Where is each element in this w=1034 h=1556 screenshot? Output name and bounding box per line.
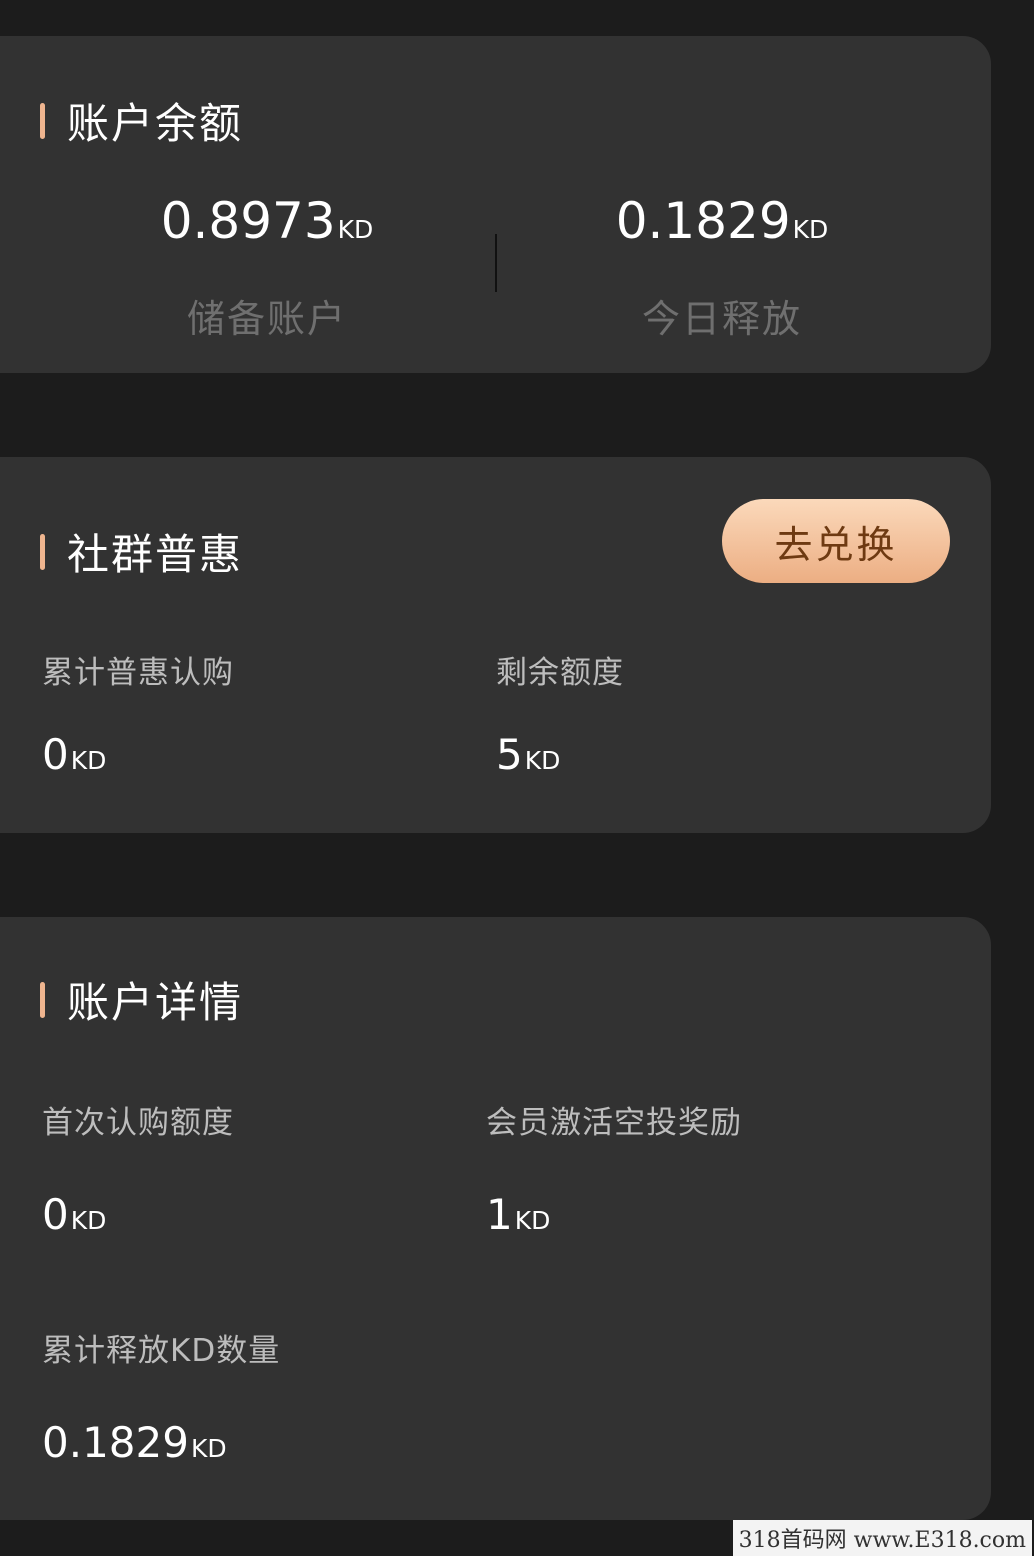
- total-released-unit: KD: [190, 1434, 227, 1463]
- remaining-quota-unit: KD: [524, 746, 561, 775]
- community-card: 社群普惠 去兑换 累计普惠认购 0KD 剩余额度 5KD: [0, 457, 991, 833]
- accent-bar: [40, 981, 45, 1018]
- remaining-quota-value-row: 5KD: [496, 734, 624, 776]
- reserve-account-stat: 0.8973KD 储备账户: [40, 196, 494, 343]
- accent-bar: [40, 533, 45, 570]
- total-released-stat: 累计释放KD数量 0.1829KD: [42, 1325, 280, 1464]
- total-subscribed-label: 累计普惠认购: [42, 655, 234, 691]
- first-subscription-unit: KD: [70, 1206, 107, 1235]
- balance-header: 账户余额: [40, 90, 243, 151]
- total-released-label: 累计释放KD数量: [42, 1333, 281, 1369]
- remaining-quota-value: 5: [496, 730, 523, 779]
- first-subscription-stat: 首次认购额度 0KD: [42, 1097, 234, 1236]
- details-header: 账户详情: [40, 969, 243, 1030]
- total-released-value-row: 0.1829KD: [42, 1422, 280, 1464]
- airdrop-reward-label: 会员激活空投奖励: [486, 1105, 742, 1141]
- section-title: 账户详情: [67, 978, 244, 1027]
- site-watermark: 318首码网 www.E318.com: [732, 1520, 1032, 1556]
- remaining-quota-stat: 剩余额度 5KD: [496, 647, 624, 776]
- total-subscribed-value-row: 0KD: [42, 734, 234, 776]
- today-release-value: 0.1829: [615, 192, 791, 250]
- total-subscribed-stat: 累计普惠认购 0KD: [42, 647, 234, 776]
- reserve-value: 0.8973: [160, 192, 336, 250]
- total-released-value: 0.1829: [42, 1418, 189, 1467]
- accent-bar: [40, 102, 45, 139]
- community-header: 社群普惠: [40, 521, 243, 582]
- reserve-label: 储备账户: [186, 297, 347, 341]
- total-subscribed-unit: KD: [70, 746, 107, 775]
- section-title: 账户余额: [67, 99, 244, 148]
- section-title: 社群普惠: [67, 530, 244, 579]
- today-release-value-row: 0.1829KD: [495, 196, 949, 246]
- first-subscription-label: 首次认购额度: [42, 1105, 234, 1141]
- first-subscription-value-row: 0KD: [42, 1194, 234, 1236]
- today-release-unit: KD: [792, 215, 829, 244]
- balance-card: 账户余额 0.8973KD 储备账户 0.1829KD 今日释放: [0, 36, 991, 373]
- reserve-unit: KD: [337, 215, 374, 244]
- airdrop-reward-value-row: 1KD: [486, 1194, 742, 1236]
- remaining-quota-label: 剩余额度: [496, 655, 624, 691]
- total-subscribed-value: 0: [42, 730, 69, 779]
- details-card: 账户详情 首次认购额度 0KD 会员激活空投奖励 1KD 累计释放KD数量 0.…: [0, 917, 991, 1520]
- first-subscription-value: 0: [42, 1190, 69, 1239]
- airdrop-reward-stat: 会员激活空投奖励 1KD: [486, 1097, 742, 1236]
- airdrop-reward-value: 1: [486, 1190, 513, 1239]
- today-release-stat: 0.1829KD 今日释放: [495, 196, 949, 343]
- airdrop-reward-unit: KD: [514, 1206, 551, 1235]
- today-release-label: 今日释放: [641, 297, 802, 341]
- exchange-button[interactable]: 去兑换: [722, 499, 950, 583]
- reserve-value-row: 0.8973KD: [40, 196, 494, 246]
